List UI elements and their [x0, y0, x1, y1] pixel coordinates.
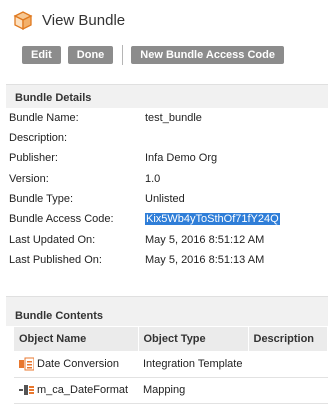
- detail-label: Description:: [9, 132, 68, 144]
- detail-row-access-code: Bundle Access Code: Kix5Wb4yToSthOf71fY2…: [9, 209, 328, 229]
- object-description: [248, 351, 328, 378]
- detail-value: May 5, 2016 8:51:13 AM: [145, 254, 265, 266]
- detail-value: 1.0: [145, 173, 161, 185]
- detail-value: Infa Demo Org: [145, 152, 218, 164]
- detail-label: Bundle Access Code:: [9, 213, 114, 225]
- toolbar-divider: [122, 45, 124, 65]
- table-row[interactable]: Date Conversion Integration Template: [14, 351, 328, 378]
- detail-row-last-published: Last Published On: May 5, 2016 8:51:13 A…: [9, 250, 328, 270]
- detail-value: test_bundle: [145, 112, 202, 124]
- column-header-description[interactable]: Description: [248, 327, 328, 351]
- detail-label: Publisher:: [9, 152, 58, 164]
- bundle-details-section: Bundle Details: [6, 84, 328, 108]
- detail-label: Last Updated On:: [9, 234, 96, 246]
- column-header-object-name[interactable]: Object Name: [14, 327, 139, 351]
- table-header-row: Object Name Object Type Description: [14, 327, 328, 351]
- new-bundle-access-code-button[interactable]: New Bundle Access Code: [131, 46, 284, 64]
- edit-button[interactable]: Edit: [22, 46, 61, 64]
- detail-label: Version:: [9, 173, 49, 185]
- mapping-icon: [19, 385, 34, 395]
- detail-row-publisher: Publisher: Infa Demo Org: [9, 148, 328, 168]
- detail-value: Unlisted: [145, 193, 185, 205]
- table-row[interactable]: m_ca_DateFormat Mapping: [14, 377, 328, 404]
- box-icon: [13, 11, 33, 31]
- page-header: View Bundle: [12, 8, 125, 32]
- bundle-contents-table: Object Name Object Type Description Date…: [14, 327, 328, 404]
- detail-label: Last Published On:: [9, 254, 102, 266]
- detail-row-version: Version: 1.0: [9, 169, 328, 189]
- object-description: [248, 377, 328, 404]
- access-code-value[interactable]: Kix5Wb4yToSthOf71fY24Q: [145, 213, 280, 225]
- detail-value: May 5, 2016 8:51:12 AM: [145, 234, 265, 246]
- detail-row-last-updated: Last Updated On: May 5, 2016 8:51:12 AM: [9, 230, 328, 250]
- bundle-contents-section: Bundle Contents: [6, 296, 328, 326]
- object-type: Integration Template: [138, 351, 248, 378]
- object-name[interactable]: Date Conversion: [37, 358, 119, 370]
- detail-row-bundle-name: Bundle Name: test_bundle: [9, 108, 328, 128]
- detail-row-description: Description:: [9, 128, 328, 148]
- object-type: Mapping: [138, 377, 248, 404]
- column-header-object-type[interactable]: Object Type: [138, 327, 249, 351]
- bundle-details-heading: Bundle Details: [6, 84, 328, 108]
- toolbar: Edit Done New Bundle Access Code: [22, 45, 291, 65]
- integration-template-icon: [19, 357, 34, 371]
- page-title: View Bundle: [42, 11, 126, 29]
- object-name[interactable]: m_ca_DateFormat: [37, 384, 128, 396]
- detail-label: Bundle Type:: [9, 193, 74, 205]
- detail-row-bundle-type: Bundle Type: Unlisted: [9, 189, 328, 209]
- detail-label: Bundle Name:: [9, 112, 79, 124]
- bundle-contents-heading: Bundle Contents: [6, 296, 328, 326]
- done-button[interactable]: Done: [67, 46, 114, 64]
